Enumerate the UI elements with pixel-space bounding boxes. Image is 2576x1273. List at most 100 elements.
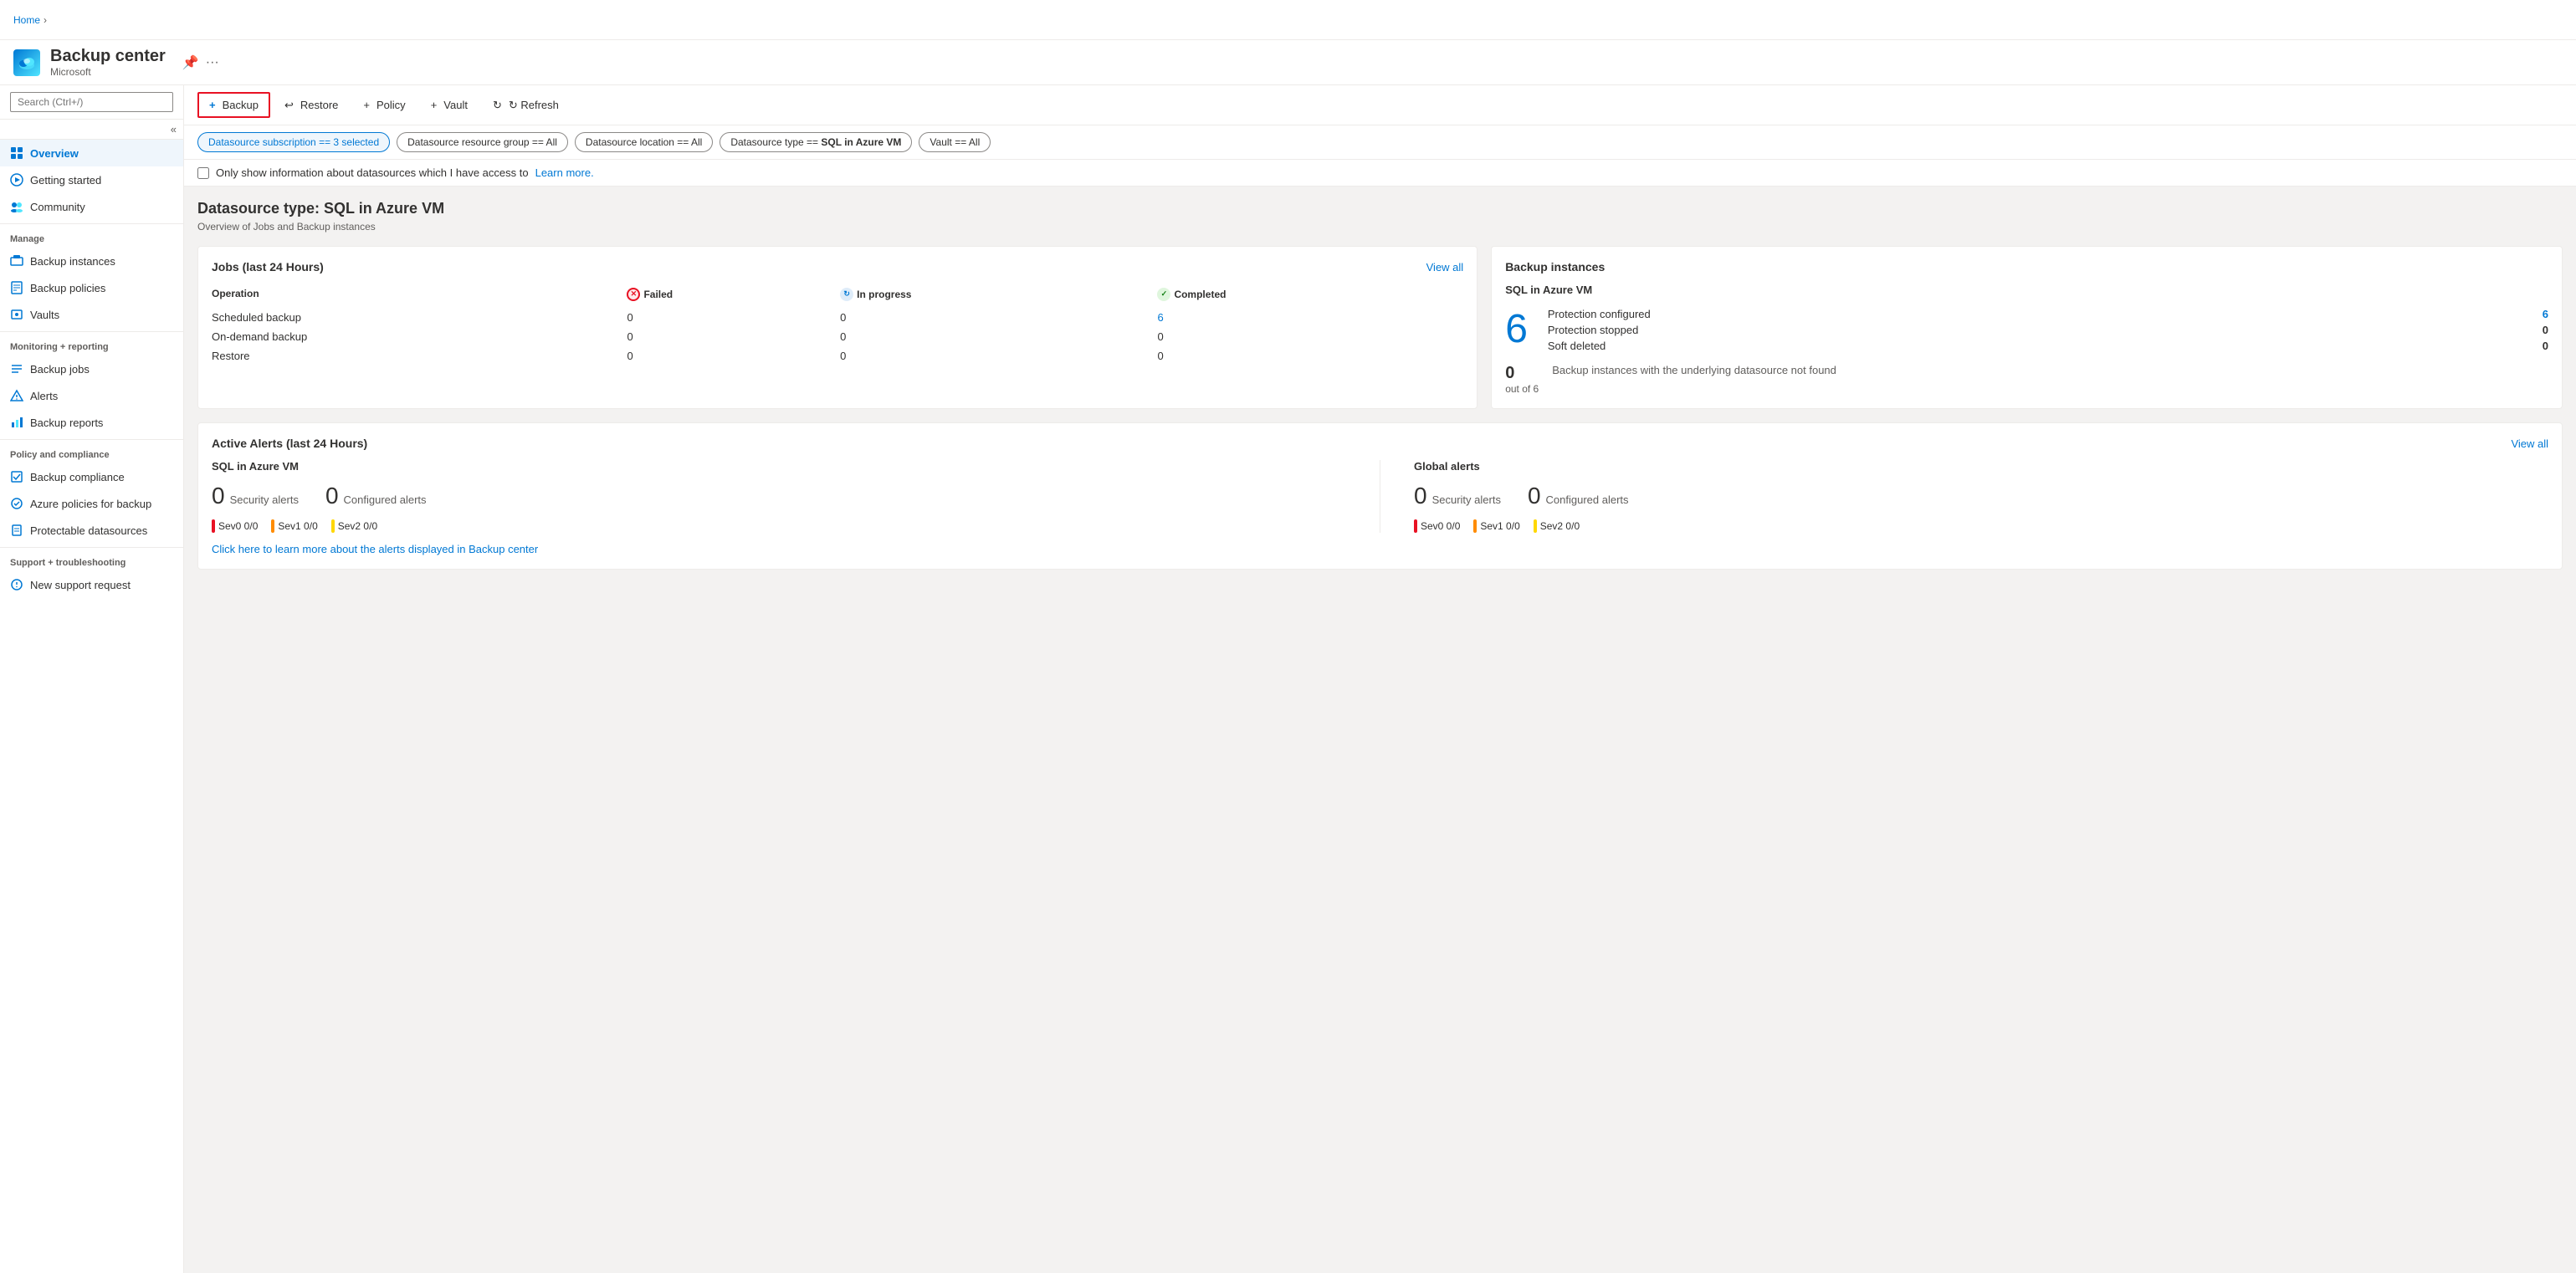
cell-failed: 0 bbox=[627, 346, 840, 366]
sidebar-item-overview[interactable]: Overview bbox=[0, 140, 183, 166]
sidebar-item-backup-reports[interactable]: Backup reports bbox=[0, 409, 183, 436]
access-checkbox[interactable] bbox=[197, 167, 209, 179]
bi-protection-stopped: Protection stopped 0 bbox=[1548, 322, 2548, 338]
vault-plus-icon: + bbox=[431, 99, 438, 111]
sql-sev0: Sev0 0/0 bbox=[212, 519, 258, 533]
filter-datasource-type[interactable]: Datasource type == SQL in Azure VM bbox=[720, 132, 912, 152]
sidebar-search-container bbox=[0, 85, 183, 120]
top-bar: Home › bbox=[0, 0, 2576, 40]
sidebar-collapse-btn[interactable]: « bbox=[0, 120, 183, 140]
col-operation: Operation bbox=[212, 284, 627, 308]
refresh-icon: ↻ bbox=[493, 99, 502, 112]
new-support-icon bbox=[10, 578, 23, 591]
policy-label: Policy bbox=[376, 99, 406, 111]
sidebar-item-getting-started[interactable]: Getting started bbox=[0, 166, 183, 193]
global-section-title: Global alerts bbox=[1414, 460, 2548, 473]
sev1-color-block bbox=[1473, 519, 1477, 533]
filter-location[interactable]: Datasource location == All bbox=[575, 132, 713, 152]
sidebar-item-community[interactable]: Community bbox=[0, 193, 183, 220]
sql-sev1-label: Sev1 0/0 bbox=[278, 520, 317, 532]
sidebar-item-label: New support request bbox=[30, 579, 131, 591]
bi-bottom-num-group: 0 out of 6 bbox=[1505, 364, 1539, 395]
pc-label: Protection configured bbox=[1548, 308, 1651, 320]
filter-label: Datasource type == SQL in Azure VM bbox=[730, 136, 901, 148]
filter-vault[interactable]: Vault == All bbox=[919, 132, 991, 152]
sql-sev2: Sev2 0/0 bbox=[331, 519, 377, 533]
alerts-card-header: Active Alerts (last 24 Hours) View all bbox=[212, 437, 2548, 450]
sidebar-item-vaults[interactable]: Vaults bbox=[0, 301, 183, 328]
completed-link[interactable]: 6 bbox=[1157, 311, 1163, 324]
sidebar-item-label: Backup reports bbox=[30, 417, 103, 429]
pin-icon[interactable]: 📌 bbox=[182, 54, 199, 71]
refresh-button[interactable]: ↻ ↻ Refresh bbox=[482, 93, 570, 118]
more-icon[interactable]: ··· bbox=[206, 55, 219, 70]
policy-section-label: Policy and compliance bbox=[0, 439, 183, 463]
support-section-label: Support + troubleshooting bbox=[0, 547, 183, 571]
cell-progress: 0 bbox=[840, 346, 1157, 366]
filter-label: Datasource resource group == All bbox=[407, 136, 557, 148]
sidebar-item-backup-jobs[interactable]: Backup jobs bbox=[0, 355, 183, 382]
sidebar-item-label: Protectable datasources bbox=[30, 524, 147, 537]
filter-label: Vault == All bbox=[930, 136, 980, 148]
jobs-table: Operation ✕ Failed bbox=[212, 284, 1463, 366]
backup-label: Backup bbox=[223, 99, 259, 111]
sql-sev0-label: Sev0 0/0 bbox=[218, 520, 258, 532]
vault-button[interactable]: + Vault bbox=[420, 93, 479, 117]
learn-more-link[interactable]: Learn more. bbox=[535, 166, 594, 179]
jobs-view-all[interactable]: View all bbox=[1426, 261, 1464, 274]
cell-failed: 0 bbox=[627, 308, 840, 327]
sidebar-item-label: Community bbox=[30, 201, 85, 213]
sidebar-item-azure-policies[interactable]: Azure policies for backup bbox=[0, 490, 183, 517]
sidebar-item-backup-instances[interactable]: Backup instances bbox=[0, 248, 183, 274]
sql-configured-count: 0 Configured alerts bbox=[325, 483, 427, 509]
home-link[interactable]: Home bbox=[13, 14, 40, 26]
backup-button[interactable]: + Backup bbox=[197, 92, 270, 118]
global-sev0: Sev0 0/0 bbox=[1414, 519, 1460, 533]
community-icon bbox=[10, 200, 23, 213]
sidebar-item-new-support[interactable]: New support request bbox=[0, 571, 183, 598]
filter-subscription[interactable]: Datasource subscription == 3 selected bbox=[197, 132, 390, 152]
table-row: On-demand backup 0 0 0 bbox=[212, 327, 1463, 346]
plus-icon: + bbox=[209, 99, 216, 111]
global-security-count: 0 Security alerts bbox=[1414, 483, 1501, 509]
org-label: Microsoft bbox=[50, 66, 166, 78]
sql-section-title: SQL in Azure VM bbox=[212, 460, 1346, 473]
sidebar-item-backup-compliance[interactable]: Backup compliance bbox=[0, 463, 183, 490]
sev2-color-block bbox=[1534, 519, 1537, 533]
sidebar-item-alerts[interactable]: Alerts bbox=[0, 382, 183, 409]
search-input[interactable] bbox=[10, 92, 173, 112]
alerts-card-title: Active Alerts (last 24 Hours) bbox=[212, 437, 367, 450]
ps-label: Protection stopped bbox=[1548, 324, 1638, 336]
global-sev2-label: Sev2 0/0 bbox=[1540, 520, 1580, 532]
alerts-footer-link[interactable]: Click here to learn more about the alert… bbox=[212, 543, 538, 555]
bi-out-of: out of 6 bbox=[1505, 383, 1539, 395]
sev2-color-block bbox=[331, 519, 335, 533]
backup-jobs-icon bbox=[10, 362, 23, 376]
filter-resource-group[interactable]: Datasource resource group == All bbox=[397, 132, 568, 152]
alerts-sections: SQL in Azure VM 0 Security alerts 0 Conf… bbox=[212, 460, 2548, 533]
datasource-subtitle: Overview of Jobs and Backup instances bbox=[197, 221, 2563, 233]
overview-icon bbox=[10, 146, 23, 160]
global-sev0-label: Sev0 0/0 bbox=[1421, 520, 1460, 532]
sidebar-item-label: Backup compliance bbox=[30, 471, 125, 483]
cell-progress: 0 bbox=[840, 308, 1157, 327]
alerts-view-all[interactable]: View all bbox=[2511, 437, 2548, 450]
backup-policies-icon bbox=[10, 281, 23, 294]
bi-details: Protection configured 6 Protection stopp… bbox=[1548, 306, 2548, 354]
policy-plus-icon: + bbox=[363, 99, 370, 111]
completed-icon: ✓ bbox=[1157, 288, 1170, 301]
sidebar-item-protectable-datasources[interactable]: Protectable datasources bbox=[0, 517, 183, 544]
sql-sev1: Sev1 0/0 bbox=[271, 519, 317, 533]
sidebar-item-backup-policies[interactable]: Backup policies bbox=[0, 274, 183, 301]
bi-bottom: 0 out of 6 Backup instances with the und… bbox=[1505, 364, 2548, 395]
restore-button[interactable]: ↩ Restore bbox=[274, 93, 349, 118]
protectable-datasources-icon bbox=[10, 524, 23, 537]
restore-label: Restore bbox=[300, 99, 339, 111]
sidebar-item-label: Azure policies for backup bbox=[30, 498, 151, 510]
sidebar-item-label: Overview bbox=[30, 147, 79, 160]
bi-card-header: Backup instances bbox=[1505, 260, 2548, 274]
restore-icon: ↩ bbox=[284, 99, 294, 112]
policy-button[interactable]: + Policy bbox=[352, 93, 416, 117]
backup-instances-icon bbox=[10, 254, 23, 268]
header-title: Backup center Microsoft bbox=[50, 47, 166, 78]
